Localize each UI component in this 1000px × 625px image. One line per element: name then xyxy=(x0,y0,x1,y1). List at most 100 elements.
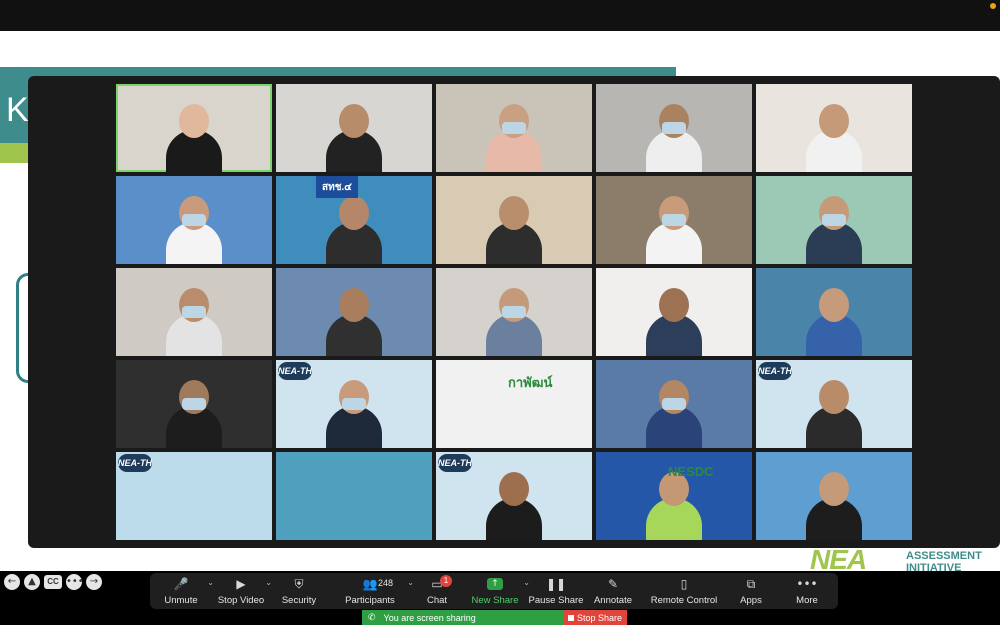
participant-tile[interactable]: NEA-TH xyxy=(436,452,592,540)
phone-icon: ✆ xyxy=(368,612,376,622)
participant-tile[interactable] xyxy=(596,360,752,448)
participant-tile[interactable]: NESDC xyxy=(596,452,752,540)
participant-tile[interactable] xyxy=(276,268,432,356)
previous-icon[interactable]: ← xyxy=(4,574,20,590)
apps-button[interactable]: ⧉ Apps xyxy=(726,573,776,609)
participant-head xyxy=(819,104,849,138)
participant-head xyxy=(659,288,689,322)
annotate-icon: ✎ xyxy=(607,577,619,591)
face-mask xyxy=(662,214,686,226)
apps-icon: ⧉ xyxy=(746,577,756,591)
security-icon: ⛨ xyxy=(294,577,304,591)
face-mask xyxy=(822,214,846,226)
apps-label: Apps xyxy=(740,595,762,606)
logo-line-2: INITIATIVE xyxy=(906,562,962,574)
participant-head xyxy=(819,380,849,414)
tile-caption: กาพัฒน์ xyxy=(508,375,553,390)
participant-head xyxy=(179,104,209,138)
notification-dot xyxy=(990,3,996,9)
slide-controls: ← ▲ CC ••• → xyxy=(4,574,102,590)
participant-tile[interactable] xyxy=(756,268,912,356)
participant-tile[interactable] xyxy=(436,268,592,356)
participant-tile[interactable]: กาพัฒน์ xyxy=(436,360,592,448)
slide-title-letter: K xyxy=(6,91,29,129)
participant-tile[interactable] xyxy=(596,268,752,356)
participants-button[interactable]: 👥 Participants ⌄ 248 xyxy=(328,573,414,609)
participant-tile[interactable]: NEA-TH xyxy=(756,360,912,448)
participant-head xyxy=(499,472,529,506)
participant-tile[interactable] xyxy=(116,360,272,448)
face-mask xyxy=(182,214,206,226)
participant-head xyxy=(819,472,849,506)
participant-tile[interactable] xyxy=(756,452,912,540)
participant-count: 248 xyxy=(378,578,394,588)
security-button[interactable]: ⛨ Security xyxy=(270,573,328,609)
more-button[interactable]: ••• More xyxy=(776,573,838,609)
meeting-toolbar: 🎤 Unmute ⌄ ▶ Stop Video ⌄ ⛨ Security 👥 Participan… xyxy=(150,573,838,609)
stop-share-button[interactable]: Stop Share xyxy=(563,610,627,625)
new-share-button[interactable]: ↑ New Share ⌄ xyxy=(462,573,530,609)
face-mask xyxy=(502,306,526,318)
chat-button[interactable]: ▭ Chat 1 xyxy=(412,573,462,609)
video-grid: สทช.๔ NEA-TH กาพัฒน์ NEA-TH NEA-TH NEA-TH NESD… xyxy=(116,84,912,540)
new-share-label: New Share xyxy=(471,595,519,606)
participant-tile[interactable] xyxy=(116,268,272,356)
participant-tile[interactable] xyxy=(276,84,432,172)
share-status-text: You are screen sharing xyxy=(383,612,476,623)
participant-tile[interactable] xyxy=(436,176,592,264)
remote-control-button[interactable]: ▯ Remote Control xyxy=(642,573,726,609)
unmute-icon: 🎤 xyxy=(173,577,189,591)
pause-share-label: Pause Share xyxy=(528,595,584,606)
face-mask xyxy=(662,122,686,134)
participants-icon: 👥 xyxy=(362,577,378,591)
annotate-button[interactable]: ✎ Annotate xyxy=(584,573,642,609)
slide-accent-bar xyxy=(0,143,28,163)
pointer-icon[interactable]: ▲ xyxy=(24,574,40,590)
gallery-view: สทช.๔ NEA-TH กาพัฒน์ NEA-TH NEA-TH NEA-TH NESD… xyxy=(28,76,1000,548)
more-icon: ••• xyxy=(796,577,818,591)
participant-tile[interactable] xyxy=(756,176,912,264)
participant-tile[interactable] xyxy=(276,452,432,540)
share-status: ✆ You are screen sharing xyxy=(362,610,563,625)
participant-tile[interactable] xyxy=(116,84,272,172)
participant-tile[interactable]: NEA-TH xyxy=(276,360,432,448)
participant-head xyxy=(339,104,369,138)
unmute-label: Unmute xyxy=(164,595,198,606)
participant-tile[interactable] xyxy=(596,176,752,264)
participant-tile[interactable]: สทช.๔ xyxy=(276,176,432,264)
chat-unread-badge: 1 xyxy=(440,575,452,587)
top-bar xyxy=(0,0,1000,31)
participant-tile[interactable]: NEA-TH xyxy=(116,452,272,540)
security-label: Security xyxy=(281,595,317,606)
face-mask xyxy=(182,306,206,318)
participant-tile[interactable] xyxy=(756,84,912,172)
more-icon[interactable]: ••• xyxy=(66,574,84,590)
participant-tile[interactable] xyxy=(596,84,752,172)
logo-mark: NEA xyxy=(810,544,867,575)
nea-th-badge: NEA-TH xyxy=(758,362,792,380)
captions-icon[interactable]: CC xyxy=(44,575,62,589)
next-icon[interactable]: → xyxy=(86,574,102,590)
participant-tile[interactable] xyxy=(436,84,592,172)
annotate-label: Annotate xyxy=(593,595,633,606)
participant-head xyxy=(339,196,369,230)
pause-share-icon: ❚❚ xyxy=(545,577,567,591)
participants-label: Participants xyxy=(345,595,395,606)
participant-head xyxy=(819,288,849,322)
new-share-icon: ↑ xyxy=(487,578,503,590)
participant-head xyxy=(499,196,529,230)
tile-banner: สทช.๔ xyxy=(316,176,358,198)
stop-video-button[interactable]: ▶ Stop Video ⌄ xyxy=(212,573,272,609)
remote-control-icon: ▯ xyxy=(680,577,688,591)
screen-share-bar: ✆ You are screen sharing Stop Share xyxy=(362,610,627,625)
nea-logo: NEA ASSESSMENT INITIATIVE xyxy=(810,544,1000,575)
nea-th-badge: NEA-TH xyxy=(438,454,472,472)
nea-th-badge: NEA-TH xyxy=(278,362,312,380)
pause-share-button[interactable]: ❚❚ Pause Share xyxy=(528,573,584,609)
tile-caption: NESDC xyxy=(668,464,714,479)
face-mask xyxy=(342,398,366,410)
unmute-button[interactable]: 🎤 Unmute ⌄ xyxy=(150,573,214,609)
stop-share-label: Stop Share xyxy=(576,612,623,623)
stop-video-label: Stop Video xyxy=(217,595,265,606)
participant-tile[interactable] xyxy=(116,176,272,264)
